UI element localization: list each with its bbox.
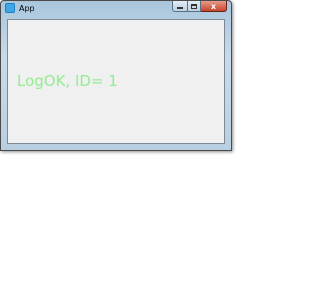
maximize-button[interactable] bbox=[187, 1, 201, 12]
window-title: App bbox=[19, 4, 35, 13]
minimize-icon bbox=[177, 7, 183, 9]
close-icon: x bbox=[210, 1, 217, 11]
minimize-button[interactable] bbox=[172, 1, 187, 12]
caption-buttons: x bbox=[172, 1, 227, 14]
title-bar[interactable]: App x bbox=[1, 1, 231, 17]
status-label: LogOK, ID= 1 bbox=[17, 72, 118, 90]
close-button[interactable]: x bbox=[201, 1, 227, 12]
client-area: LogOK, ID= 1 bbox=[7, 19, 225, 144]
app-window: App x LogOK, ID= 1 bbox=[0, 0, 232, 151]
app-icon bbox=[5, 3, 15, 13]
maximize-icon bbox=[191, 3, 197, 9]
